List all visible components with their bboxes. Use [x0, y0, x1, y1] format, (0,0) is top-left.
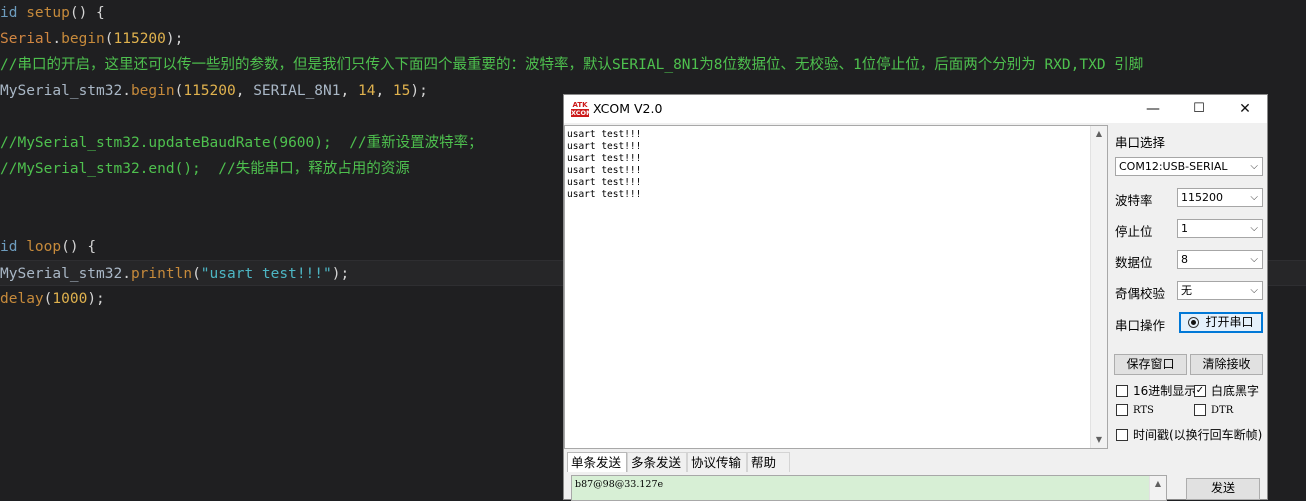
open-port-button[interactable]: 打开串口	[1179, 312, 1263, 333]
port-select[interactable]: COM12:USB-SERIAL ⌵	[1115, 157, 1263, 176]
minimize-button[interactable]: —	[1130, 95, 1176, 123]
code-line: id loop() {	[0, 239, 97, 255]
scroll-up-icon[interactable]: ▲	[1091, 126, 1107, 142]
window-title: XCOM V2.0	[593, 101, 663, 116]
code-line: //MySerial_stm32.updateBaudRate(9600); /…	[0, 135, 483, 151]
parity-label: 奇偶校验	[1115, 286, 1166, 301]
checkmark-icon: ✓	[1194, 384, 1206, 397]
timestamp-checkbox[interactable]: 时间戳(以换行回车断帧)	[1116, 426, 1262, 443]
code-line: //串口的开启，这里还可以传一些别的参数，但是我们只传入下面四个最重要的：波特率…	[0, 57, 1144, 73]
hex-display-checkbox[interactable]: 16进制显示	[1116, 382, 1196, 399]
send-button[interactable]: 发送	[1186, 478, 1260, 500]
clear-receive-button[interactable]: 清除接收	[1190, 354, 1263, 375]
scroll-up-icon[interactable]: ▲	[1149, 476, 1166, 500]
code-line: delay(1000);	[0, 291, 105, 307]
title-bar[interactable]: ATK XCOM XCOM V2.0 — ☐ ✕	[564, 95, 1267, 123]
close-button[interactable]: ✕	[1222, 95, 1268, 123]
tab-multi-send[interactable]: 多条发送	[627, 452, 687, 472]
save-window-button[interactable]: 保存窗口	[1114, 354, 1187, 375]
receive-text: usart test!!! usart test!!! usart test!!…	[567, 129, 642, 200]
rts-checkbox[interactable]: RTS	[1116, 404, 1154, 416]
checkbox-icon	[1194, 404, 1206, 416]
data-bits-select[interactable]: 8 ⌵	[1177, 250, 1263, 269]
radio-icon	[1188, 317, 1200, 328]
code-line: Serial.begin(115200);	[0, 31, 184, 47]
stop-bits-label: 停止位	[1115, 224, 1153, 239]
code-line: id setup() {	[0, 5, 105, 21]
chevron-down-icon: ⌵	[1250, 285, 1258, 296]
checkbox-icon	[1116, 404, 1128, 416]
port-select-label: 串口选择	[1115, 135, 1166, 150]
tab-help[interactable]: 帮助	[747, 452, 790, 472]
scroll-down-icon[interactable]: ▼	[1091, 432, 1107, 448]
checkbox-icon	[1116, 428, 1128, 441]
stop-bits-select[interactable]: 1 ⌵	[1177, 219, 1263, 238]
chevron-down-icon: ⌵	[1250, 223, 1258, 234]
xcom-window: ATK XCOM XCOM V2.0 — ☐ ✕ usart test!!! u…	[563, 94, 1268, 501]
white-bg-checkbox[interactable]: ✓ 白底黑字	[1194, 382, 1259, 399]
maximize-button[interactable]: ☐	[1176, 95, 1222, 123]
checkbox-icon	[1116, 384, 1128, 397]
parity-select[interactable]: 无 ⌵	[1177, 281, 1263, 300]
port-operation-label: 串口操作	[1115, 318, 1166, 333]
send-input[interactable]: b87@98@33.127e ▲	[571, 475, 1167, 501]
code-line: MySerial_stm32.begin(115200, SERIAL_8N1,…	[0, 83, 428, 99]
chevron-down-icon: ⌵	[1250, 254, 1258, 265]
baud-label: 波特率	[1115, 193, 1153, 208]
data-bits-label: 数据位	[1115, 255, 1153, 270]
dtr-checkbox[interactable]: DTR	[1194, 404, 1233, 416]
receive-textarea[interactable]: usart test!!! usart test!!! usart test!!…	[564, 125, 1108, 449]
code-line: //MySerial_stm32.end(); //失能串口，释放占用的资源	[0, 161, 410, 177]
chevron-down-icon: ⌵	[1250, 161, 1258, 172]
baud-select[interactable]: 115200 ⌵	[1177, 188, 1263, 207]
receive-scrollbar[interactable]: ▲ ▼	[1090, 126, 1107, 448]
chevron-down-icon: ⌵	[1250, 192, 1258, 203]
tab-single-send[interactable]: 单条发送	[567, 452, 627, 472]
tab-protocol[interactable]: 协议传输	[687, 452, 747, 472]
atk-logo-icon: ATK XCOM	[571, 101, 593, 117]
